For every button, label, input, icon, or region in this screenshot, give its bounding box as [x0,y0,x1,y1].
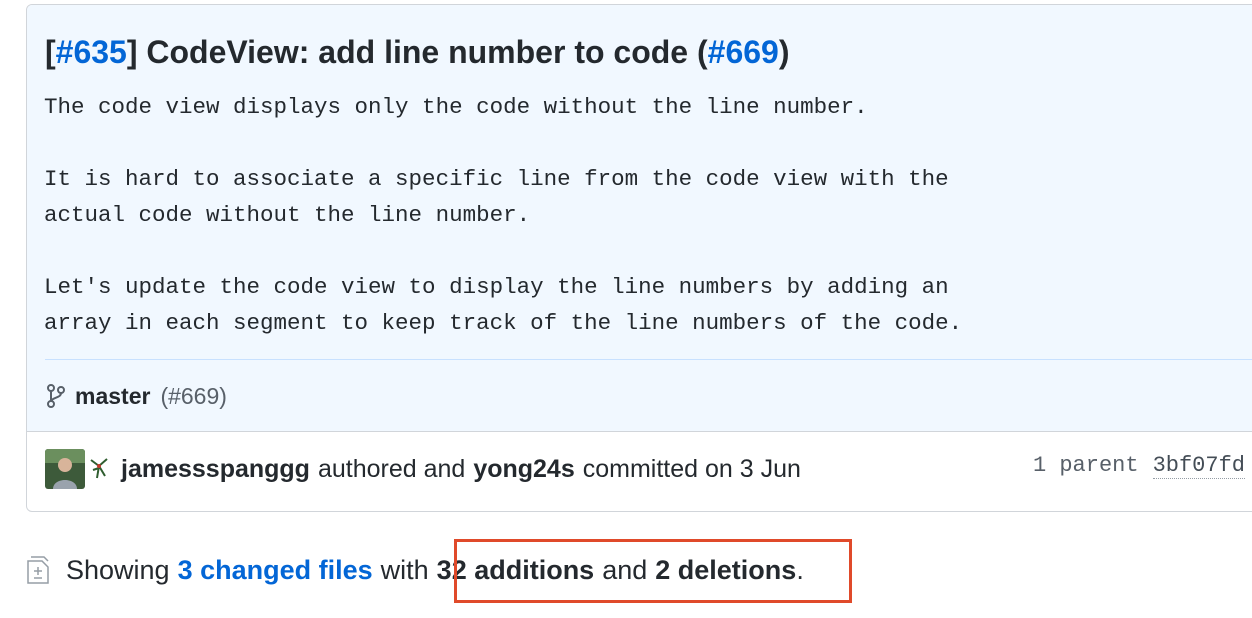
branch-pr-ref: (#669) [160,382,227,409]
authored-text: authored and [317,454,466,483]
period-text: . [796,554,804,585]
commit-box: [#635] CodeView: add line number to code… [26,4,1252,512]
divider [45,359,1252,360]
showing-text: Showing [66,554,170,585]
committed-text: committed on 3 Jun [582,454,801,483]
issue-link[interactable]: #635 [56,34,127,70]
author-avatar[interactable] [45,449,85,489]
parent-sha-link[interactable]: 3bf07fd [1152,453,1245,479]
additions-count: 32 additions [436,554,595,585]
commit-description: The code view displays only the code wit… [44,94,963,336]
commit-meta-row: jamessspanggg authored and yong24s commi… [45,449,1245,489]
parent-info: 1 parent 3bf07fd [1032,453,1245,479]
title-bracket-open: [ [45,34,56,70]
commit-header: [#635] CodeView: add line number to code… [27,5,1252,432]
committer-avatar[interactable] [87,456,111,482]
author-link[interactable]: jamessspanggg [121,455,310,484]
changed-files-link[interactable]: 3 changed files [178,555,373,586]
parent-count: 1 parent [1032,453,1139,478]
branch-row: master (#669) [45,381,227,411]
commit-title: [#635] CodeView: add line number to code… [45,32,789,72]
title-text: ] CodeView: add line number to code ( [126,34,708,70]
branch-link[interactable]: master [75,383,150,410]
git-branch-icon [45,383,67,409]
diff-summary: Showing 3 changed files with 32 addition… [26,552,804,588]
and-text: and [602,554,648,585]
deletions-count: 2 deletions [655,554,797,585]
with-text: with [380,554,429,585]
title-close: ) [778,34,790,70]
pr-link[interactable]: #669 [708,34,779,70]
file-diff-icon [26,555,50,585]
committer-link[interactable]: yong24s [473,455,574,484]
